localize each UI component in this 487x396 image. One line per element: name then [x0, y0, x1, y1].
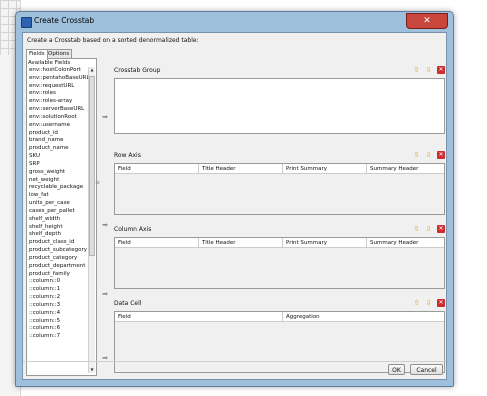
field-list-item[interactable]: recyclable_package: [28, 184, 88, 192]
dialog-title: Create Crosstab: [34, 16, 95, 25]
field-list-item[interactable]: product_class_id: [28, 239, 88, 247]
title-bar[interactable]: Create Crosstab ✕: [16, 12, 453, 32]
field-list-item[interactable]: units_per_case: [28, 200, 88, 208]
field-list-item[interactable]: brand_name: [28, 137, 88, 145]
column-axis-header: Column Axis ⇧ ⇩ ✕: [114, 225, 445, 235]
remove-icon[interactable]: ✕: [437, 225, 445, 233]
field-list-item[interactable]: env::hostColonPort: [28, 67, 88, 75]
field-list-item[interactable]: gross_weight: [28, 169, 88, 177]
field-list-item[interactable]: env::solutionRoot: [28, 114, 88, 122]
field-list-item[interactable]: product_category: [28, 255, 88, 263]
column-axis-title: Column Axis: [114, 226, 152, 233]
arrow-right-icon[interactable]: ➡: [101, 113, 109, 121]
arrow-right-icon[interactable]: ➡: [101, 221, 109, 229]
field-list-item[interactable]: shelf_depth: [28, 231, 88, 239]
row-axis-col-print-summary[interactable]: Print Summary: [283, 164, 367, 174]
cancel-button[interactable]: Cancel: [410, 364, 443, 375]
scroll-down-icon[interactable]: ▼: [89, 367, 95, 373]
arrow-down-icon[interactable]: ⇩: [424, 299, 433, 308]
data-cell-col-aggregation[interactable]: Aggregation: [283, 312, 444, 322]
field-list-item[interactable]: SKU: [28, 153, 88, 161]
remove-icon[interactable]: ✕: [437, 299, 445, 307]
row-axis-col-field[interactable]: Field: [115, 164, 199, 174]
column-axis-col-field[interactable]: Field: [115, 238, 199, 248]
row-axis-header: Row Axis ⇧ ⇩ ✕: [114, 151, 445, 161]
arrow-down-icon[interactable]: ⇩: [424, 66, 433, 75]
crosstab-group-box[interactable]: [114, 78, 445, 134]
arrow-up-icon[interactable]: ⇧: [412, 299, 421, 308]
arrow-down-icon[interactable]: ⇩: [424, 151, 433, 160]
field-list-item[interactable]: SRP: [28, 161, 88, 169]
field-list-item[interactable]: env::username: [28, 122, 88, 130]
row-axis-title: Row Axis: [114, 152, 141, 159]
scroll-up-icon[interactable]: ▲: [89, 67, 95, 73]
scrollbar-thumb[interactable]: [89, 76, 95, 256]
splitter-grip-icon[interactable]: ≡: [95, 180, 100, 189]
available-fields-label: Available Fields: [28, 60, 71, 66]
field-list-item[interactable]: env::roles-array: [28, 98, 88, 106]
arrow-up-icon[interactable]: ⇧: [412, 66, 421, 75]
field-list-item[interactable]: shelf_height: [28, 224, 88, 232]
field-list-item[interactable]: env::roles: [28, 90, 88, 98]
field-list-item[interactable]: ::column::5: [28, 318, 88, 326]
instruction-text: Create a Crosstab based on a sorted deno…: [27, 37, 199, 44]
fields-scrollbar[interactable]: ▲ ▼: [88, 67, 95, 373]
ok-button[interactable]: OK: [388, 364, 405, 375]
field-list-item[interactable]: ::column::3: [28, 302, 88, 310]
arrow-down-icon[interactable]: ⇩: [424, 225, 433, 234]
field-list-item[interactable]: env::pentahoBaseURL: [28, 75, 88, 83]
dialog-content: Create a Crosstab based on a sorted deno…: [22, 32, 447, 380]
field-list-item[interactable]: ::column::4: [28, 310, 88, 318]
field-list-item[interactable]: net_weight: [28, 177, 88, 185]
remove-icon[interactable]: ✕: [437, 66, 445, 74]
field-list-item[interactable]: env::requestURL: [28, 83, 88, 91]
row-axis-col-summary-header[interactable]: Summary Header: [367, 164, 444, 174]
field-list-item[interactable]: low_fat: [28, 192, 88, 200]
field-list-item[interactable]: cases_per_pallet: [28, 208, 88, 216]
available-fields-list[interactable]: env::hostColonPort env::pentahoBaseURL env…: [28, 67, 88, 373]
field-list-item[interactable]: ::column::7: [28, 333, 88, 341]
field-list-item[interactable]: product_name: [28, 145, 88, 153]
arrow-up-icon[interactable]: ⇧: [412, 151, 421, 160]
data-cell-header: Data Cell ⇧ ⇩ ✕: [114, 299, 445, 309]
field-list-item[interactable]: ::column::1: [28, 286, 88, 294]
field-list-item[interactable]: ::column::2: [28, 294, 88, 302]
column-axis-col-title-header[interactable]: Title Header: [199, 238, 283, 248]
column-axis-col-summary-header[interactable]: Summary Header: [367, 238, 444, 248]
row-axis-col-title-header[interactable]: Title Header: [199, 164, 283, 174]
crosstab-group-title: Crosstab Group: [114, 67, 161, 74]
close-button[interactable]: ✕: [406, 13, 448, 29]
available-fields-panel: Available Fields env::hostColonPort env::…: [26, 58, 97, 376]
arrow-up-icon[interactable]: ⇧: [412, 225, 421, 234]
data-cell-col-field[interactable]: Field: [115, 312, 283, 322]
field-list-item[interactable]: product_department: [28, 263, 88, 271]
arrow-right-icon[interactable]: ➡: [101, 290, 109, 298]
footer-divider: [23, 361, 446, 362]
column-axis-col-print-summary[interactable]: Print Summary: [283, 238, 367, 248]
app-icon: [21, 17, 32, 28]
column-axis-table[interactable]: Field Title Header Print Summary Summary…: [114, 237, 445, 289]
field-list-item[interactable]: shelf_width: [28, 216, 88, 224]
tab-fields[interactable]: Fields: [26, 49, 48, 60]
field-list-item[interactable]: ::column::0: [28, 278, 88, 286]
field-list-item[interactable]: env::serverBaseURL: [28, 106, 88, 114]
crosstab-group-header: Crosstab Group ⇧ ⇩ ✕: [114, 66, 445, 76]
remove-icon[interactable]: ✕: [437, 151, 445, 159]
row-axis-table[interactable]: Field Title Header Print Summary Summary…: [114, 163, 445, 215]
field-list-item[interactable]: product_family: [28, 271, 88, 279]
field-list-item[interactable]: product_id: [28, 130, 88, 138]
field-list-item[interactable]: product_subcategory: [28, 247, 88, 255]
close-icon: ✕: [423, 16, 431, 26]
create-crosstab-dialog: Create Crosstab ✕ Create a Crosstab base…: [15, 11, 454, 387]
field-list-item[interactable]: ::column::6: [28, 325, 88, 333]
data-cell-title: Data Cell: [114, 300, 142, 307]
